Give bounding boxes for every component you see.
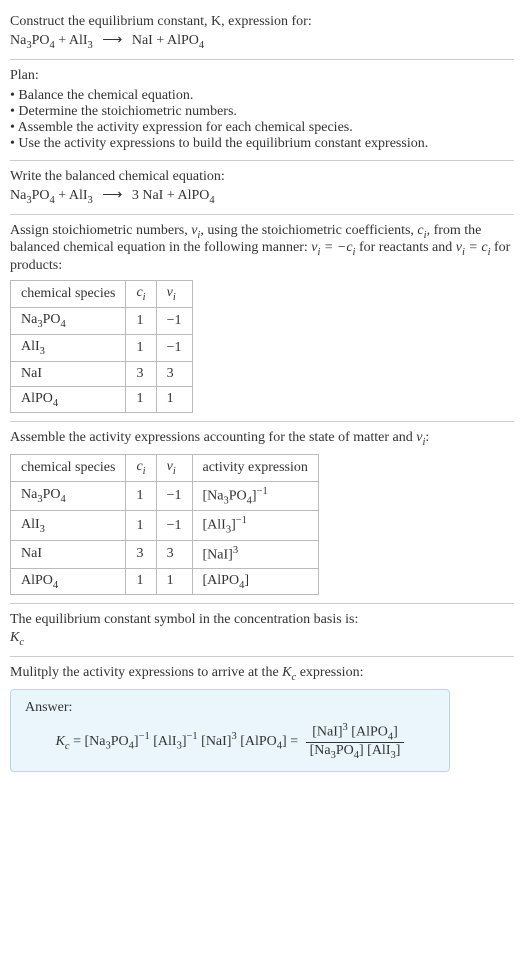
numerator: [NaI]3 [AlPO4] [306, 722, 405, 743]
c-symbol: ci [417, 223, 426, 238]
fraction: [NaI]3 [AlPO4] [Na3PO4] [AlI3] [306, 722, 405, 761]
species-ali3: + AlI3 [55, 188, 93, 203]
table-row: AlI3 1 −1 [AlI3]−1 [11, 511, 319, 540]
kc-expression: Kc = [Na3PO4]−1 [AlI3]−1 [NaI]3 [AlPO4] … [25, 722, 435, 761]
cell-species: AlI3 [11, 334, 126, 361]
assemble-section: Assemble the activity expressions accoun… [10, 424, 514, 601]
cell-activity: [NaI]3 [192, 540, 318, 568]
balanced-title: Write the balanced chemical equation: [10, 169, 514, 185]
cell-nui: 1 [156, 386, 192, 413]
eqconst-text: The equilibrium constant symbol in the c… [10, 612, 514, 628]
cell-ci: 1 [126, 386, 156, 413]
cell-ci: 1 [126, 481, 156, 510]
cell-species: NaI [11, 540, 126, 568]
divider [10, 160, 514, 161]
denominator: [Na3PO4] [AlI3] [306, 743, 405, 761]
col-activity: activity expression [192, 455, 318, 482]
plan-title: Plan: [10, 68, 514, 84]
cell-nui: 1 [156, 568, 192, 595]
plan-list: • Balance the chemical equation. • Deter… [10, 88, 514, 152]
cell-activity: [AlPO4] [192, 568, 318, 595]
cell-species: NaI [11, 361, 126, 386]
stoich-table: chemical species ci νi Na3PO4 1 −1 AlI3 … [10, 280, 193, 413]
cell-activity: [Na3PO4]−1 [192, 481, 318, 510]
cell-ci: 3 [126, 540, 156, 568]
plan-item: • Assemble the activity expression for e… [10, 120, 514, 136]
cell-ci: 1 [126, 307, 156, 334]
cell-nui: −1 [156, 334, 192, 361]
table-row: NaI 3 3 [11, 361, 193, 386]
prompt-text: Construct the equilibrium constant, K, e… [10, 14, 514, 30]
kc-symbol: Kc [10, 630, 514, 648]
cell-species: AlPO4 [11, 568, 126, 595]
kc-symbol: Kc [56, 734, 70, 749]
balanced-equation: Na3PO4 + AlI3 ⟶ 3 NaI + AlPO4 [10, 187, 514, 206]
cell-activity: [AlI3]−1 [192, 511, 318, 540]
answer-label: Answer: [25, 700, 435, 716]
unbalanced-equation: Na3PO4 + AlI3 ⟶ NaI + AlPO4 [10, 32, 514, 51]
kc-symbol: Kc [282, 665, 296, 680]
relation-products: νi = ci [456, 240, 491, 255]
assign-text: Assign stoichiometric numbers, νi, using… [10, 223, 514, 275]
table-row: Na3PO4 1 −1 [11, 307, 193, 334]
cell-nui: −1 [156, 307, 192, 334]
table-row: AlI3 1 −1 [11, 334, 193, 361]
col-species: chemical species [11, 281, 126, 308]
products: 3 NaI + AlPO4 [128, 188, 214, 203]
table-row: Na3PO4 1 −1 [Na3PO4]−1 [11, 481, 319, 510]
cell-ci: 1 [126, 334, 156, 361]
species-na3po4: Na3PO4 [10, 188, 55, 203]
arrow-icon: ⟶ [102, 33, 122, 48]
plan-item: • Balance the chemical equation. [10, 88, 514, 104]
products: NaI + AlPO4 [128, 33, 204, 48]
col-nui: νi [156, 281, 192, 308]
balanced-section: Write the balanced chemical equation: Na… [10, 163, 514, 212]
cell-species: Na3PO4 [11, 307, 126, 334]
cell-ci: 1 [126, 511, 156, 540]
col-nui: νi [156, 455, 192, 482]
species-ali3: + AlI3 [55, 33, 93, 48]
cell-ci: 1 [126, 568, 156, 595]
plan-item: • Determine the stoichiometric numbers. [10, 104, 514, 120]
col-ci: ci [126, 455, 156, 482]
divider [10, 421, 514, 422]
cell-species: AlPO4 [11, 386, 126, 413]
cell-nui: −1 [156, 511, 192, 540]
plan-section: Plan: • Balance the chemical equation. •… [10, 62, 514, 158]
cell-nui: 3 [156, 540, 192, 568]
cell-species: AlI3 [11, 511, 126, 540]
cell-nui: −1 [156, 481, 192, 510]
cell-ci: 3 [126, 361, 156, 386]
cell-species: Na3PO4 [11, 481, 126, 510]
cell-nui: 3 [156, 361, 192, 386]
activity-table: chemical species ci νi activity expressi… [10, 454, 319, 595]
assemble-text: Assemble the activity expressions accoun… [10, 430, 514, 448]
species-na3po4: Na3PO4 [10, 33, 55, 48]
nu-symbol: νi [191, 223, 200, 238]
assign-section: Assign stoichiometric numbers, νi, using… [10, 217, 514, 420]
prompt-section: Construct the equilibrium constant, K, e… [10, 8, 514, 57]
multiply-text: Mulitply the activity expressions to arr… [10, 665, 514, 683]
divider [10, 603, 514, 604]
eqconst-section: The equilibrium constant symbol in the c… [10, 606, 514, 654]
col-species: chemical species [11, 455, 126, 482]
plan-item: • Use the activity expressions to build … [10, 136, 514, 152]
relation-reactants: νi = −ci [311, 240, 355, 255]
table-row: AlPO4 1 1 [AlPO4] [11, 568, 319, 595]
table-row: AlPO4 1 1 [11, 386, 193, 413]
prompt-line: Construct the equilibrium constant, K, e… [10, 14, 312, 29]
multiply-section: Mulitply the activity expressions to arr… [10, 659, 514, 778]
table-header-row: chemical species ci νi [11, 281, 193, 308]
table-header-row: chemical species ci νi activity expressi… [11, 455, 319, 482]
divider [10, 59, 514, 60]
answer-box: Answer: Kc = [Na3PO4]−1 [AlI3]−1 [NaI]3 … [10, 689, 450, 772]
divider [10, 656, 514, 657]
table-row: NaI 3 3 [NaI]3 [11, 540, 319, 568]
divider [10, 214, 514, 215]
arrow-icon: ⟶ [102, 188, 122, 203]
col-ci: ci [126, 281, 156, 308]
